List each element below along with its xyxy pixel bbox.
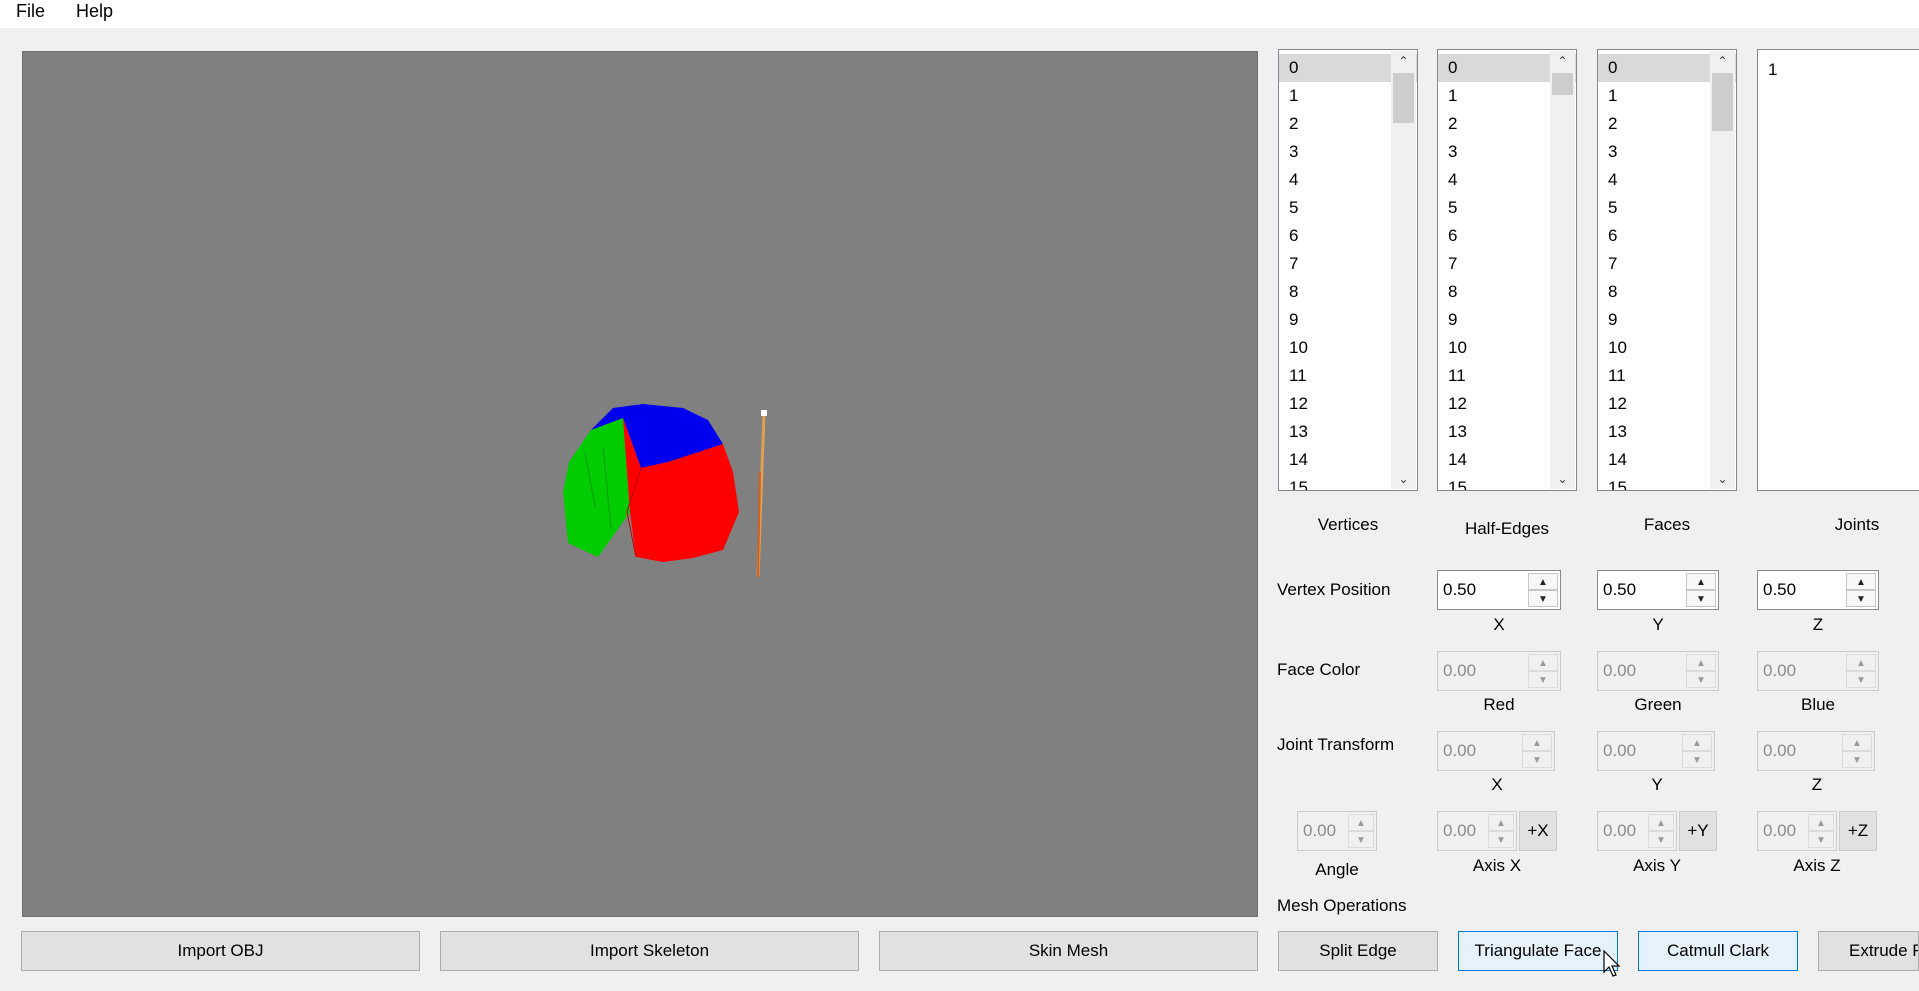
vertex-position-label: Vertex Position <box>1277 580 1391 599</box>
joint-y-spinbox[interactable]: 0.00 ▲ ▼ <box>1597 731 1715 771</box>
joint-z-spinbox[interactable]: 0.00 ▲ ▼ <box>1757 731 1875 771</box>
angle-spinbox[interactable]: 0.00 ▲ ▼ <box>1297 811 1377 851</box>
scroll-thumb[interactable] <box>1552 73 1573 95</box>
color-red-spinbox[interactable]: 0.00 ▲ ▼ <box>1437 651 1561 691</box>
menu-file[interactable]: File <box>12 0 49 22</box>
spin-up-icon[interactable]: ▲ <box>1528 654 1558 671</box>
spin-up-icon[interactable]: ▲ <box>1488 814 1514 831</box>
spin-up-icon[interactable]: ▲ <box>1686 654 1716 671</box>
list-item[interactable]: 1 <box>1758 56 1919 84</box>
scroll-up-icon[interactable]: ⌃ <box>1391 51 1416 71</box>
angle-caption: Angle <box>1315 860 1359 879</box>
triangulate-face-button[interactable]: Triangulate Face <box>1458 931 1618 971</box>
scroll-thumb[interactable] <box>1393 73 1414 123</box>
spin-down-icon[interactable]: ▼ <box>1686 671 1716 688</box>
joint-handle <box>761 410 767 416</box>
gl-viewport[interactable] <box>22 51 1258 917</box>
mesh-sphere <box>563 404 739 562</box>
face-color-label: Face Color <box>1277 660 1361 679</box>
color-blue-spinbox[interactable]: 0.00 ▲ ▼ <box>1757 651 1879 691</box>
scroll-up-icon[interactable]: ⌃ <box>1550 51 1575 71</box>
axis-x-spinbox[interactable]: 0.00 ▲ ▼ <box>1437 811 1517 851</box>
axis-y-caption: Axis Y <box>1633 856 1681 875</box>
spin-up-icon[interactable]: ▲ <box>1648 814 1674 831</box>
plus-y-button[interactable]: +Y <box>1679 811 1717 851</box>
menu-bar: File Help <box>0 0 1919 28</box>
spin-down-icon[interactable]: ▼ <box>1648 831 1674 848</box>
spin-down-icon[interactable]: ▼ <box>1522 751 1552 768</box>
half-edges-scrollbar[interactable]: ⌃ ⌄ <box>1550 51 1575 489</box>
spin-up-icon[interactable]: ▲ <box>1682 734 1712 751</box>
vertices-scrollbar[interactable]: ⌃ ⌄ <box>1391 51 1416 489</box>
extrude-face-button[interactable]: Extrude F <box>1818 931 1919 971</box>
half-edges-list[interactable]: 0 1 2 3 4 5 6 7 8 9 10 11 12 13 14 15 ⌃ ⌄ <box>1437 49 1577 491</box>
joint-x-caption: X <box>1491 775 1503 794</box>
joint-x-spinbox[interactable]: 0.00 ▲ ▼ <box>1437 731 1555 771</box>
spin-down-icon[interactable]: ▼ <box>1488 831 1514 848</box>
axis-z-caption: Axis Z <box>1793 856 1841 875</box>
scroll-down-icon[interactable]: ⌄ <box>1710 469 1735 489</box>
green-caption: Green <box>1634 695 1682 714</box>
spin-up-icon[interactable]: ▲ <box>1846 573 1876 590</box>
spin-down-icon[interactable]: ▼ <box>1528 590 1558 607</box>
vertex-z-spinbox[interactable]: 0.50 ▲ ▼ <box>1757 570 1879 610</box>
scroll-up-icon[interactable]: ⌃ <box>1710 51 1735 71</box>
axis-z-spinbox[interactable]: 0.00 ▲ ▼ <box>1757 811 1837 851</box>
faces-label: Faces <box>1643 515 1691 534</box>
spin-down-icon[interactable]: ▼ <box>1348 831 1374 848</box>
spin-down-icon[interactable]: ▼ <box>1842 751 1872 768</box>
half-edges-label: Half-Edges <box>1464 519 1550 538</box>
vertex-z-caption: Z <box>1812 615 1824 634</box>
joint-transform-label: Joint Transform <box>1277 735 1395 754</box>
spin-down-icon[interactable]: ▼ <box>1846 671 1876 688</box>
vertex-y-caption: Y <box>1652 615 1664 634</box>
axis-x-caption: Axis X <box>1472 856 1522 875</box>
mesh-face-green <box>563 418 630 557</box>
joints-label: Joints <box>1834 515 1880 534</box>
spin-up-icon[interactable]: ▲ <box>1808 814 1834 831</box>
scene-render <box>563 404 767 578</box>
skeleton-bone <box>756 410 767 578</box>
split-edge-button[interactable]: Split Edge <box>1278 931 1438 971</box>
scroll-thumb[interactable] <box>1712 73 1733 131</box>
vertex-x-caption: X <box>1493 615 1505 634</box>
mouse-cursor-icon <box>1603 950 1621 977</box>
vertex-y-spinbox[interactable]: 0.50 ▲ ▼ <box>1597 570 1719 610</box>
color-green-spinbox[interactable]: 0.00 ▲ ▼ <box>1597 651 1719 691</box>
import-obj-button[interactable]: Import OBJ <box>21 931 420 971</box>
spin-up-icon[interactable]: ▲ <box>1846 654 1876 671</box>
vertices-list[interactable]: 0 1 2 3 4 5 6 7 8 9 10 11 12 13 14 15 ⌃ ⌄ <box>1278 49 1418 491</box>
faces-scrollbar[interactable]: ⌃ ⌄ <box>1710 51 1735 489</box>
faces-list[interactable]: 0 1 2 3 4 5 6 7 8 9 10 11 12 13 14 15 ⌃ ⌄ <box>1597 49 1737 491</box>
menu-help[interactable]: Help <box>72 0 117 22</box>
scroll-down-icon[interactable]: ⌄ <box>1391 469 1416 489</box>
plus-x-button[interactable]: +X <box>1519 811 1557 851</box>
vertex-x-spinbox[interactable]: 0.50 ▲ ▼ <box>1437 570 1561 610</box>
spin-down-icon[interactable]: ▼ <box>1682 751 1712 768</box>
joints-list[interactable]: 1 <box>1757 49 1919 491</box>
spin-down-icon[interactable]: ▼ <box>1528 671 1558 688</box>
blue-caption: Blue <box>1800 695 1836 714</box>
spin-up-icon[interactable]: ▲ <box>1842 734 1872 751</box>
plus-z-button[interactable]: +Z <box>1839 811 1877 851</box>
red-caption: Red <box>1483 695 1515 714</box>
import-skeleton-button[interactable]: Import Skeleton <box>440 931 859 971</box>
scroll-down-icon[interactable]: ⌄ <box>1550 469 1575 489</box>
joint-z-caption: Z <box>1811 775 1823 794</box>
spin-up-icon[interactable]: ▲ <box>1522 734 1552 751</box>
spin-down-icon[interactable]: ▼ <box>1846 590 1876 607</box>
mesh-operations-label: Mesh Operations <box>1277 896 1407 915</box>
joint-y-caption: Y <box>1651 775 1663 794</box>
spin-up-icon[interactable]: ▲ <box>1686 573 1716 590</box>
skin-mesh-button[interactable]: Skin Mesh <box>879 931 1258 971</box>
vertices-label: Vertices <box>1317 515 1379 534</box>
spin-down-icon[interactable]: ▼ <box>1686 590 1716 607</box>
spin-down-icon[interactable]: ▼ <box>1808 831 1834 848</box>
spin-up-icon[interactable]: ▲ <box>1348 814 1374 831</box>
axis-y-spinbox[interactable]: 0.00 ▲ ▼ <box>1597 811 1677 851</box>
catmull-clark-button[interactable]: Catmull Clark <box>1638 931 1798 971</box>
spin-up-icon[interactable]: ▲ <box>1528 573 1558 590</box>
